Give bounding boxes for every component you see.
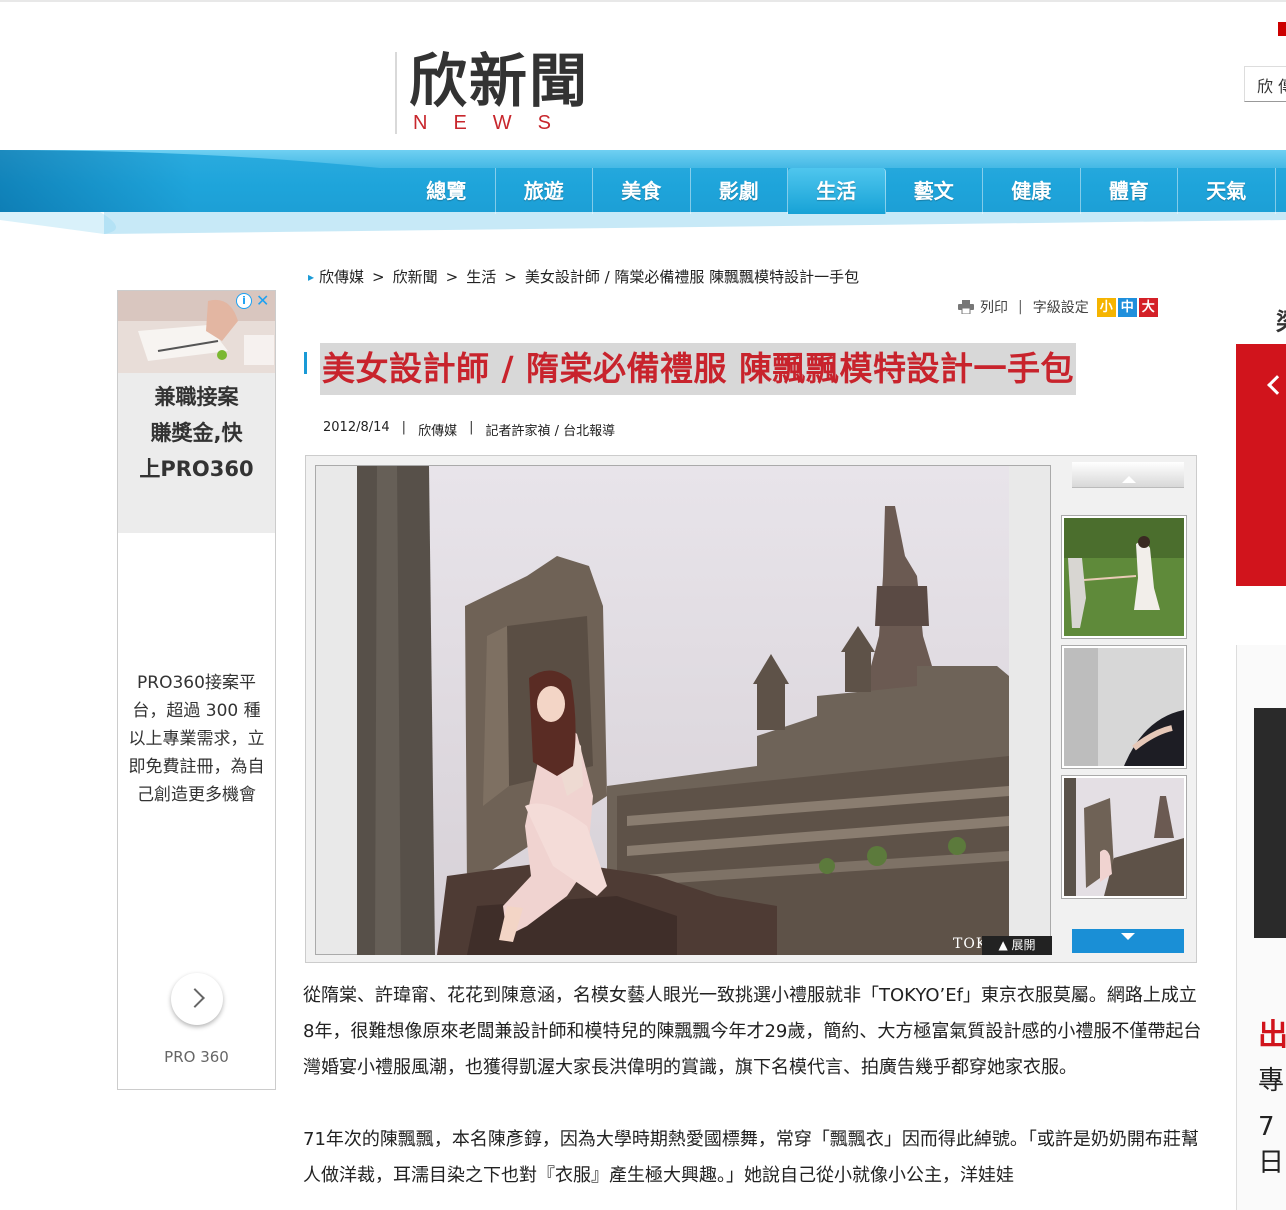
ad-description: PRO360接案平台，超過 300 種以上專業需求，立即免費註冊，為自己創造更多… [128, 673, 265, 805]
breadcrumb-separator: > [504, 267, 517, 286]
breadcrumb-item-current: 美女設計師 / 隋棠必備禮服 陳飄飄模特設計一手包 [524, 268, 860, 286]
breadcrumb-separator: > [372, 267, 385, 286]
right-sidebar-heading: 梁 [1276, 302, 1286, 337]
article-title: 美女設計師 / 隋棠必備禮服 陳飄飄模特設計一手包 [320, 343, 1077, 395]
right-red-banner[interactable] [1236, 344, 1286, 586]
ad-headline: 兼職接案 賺獎金,快 上PRO360 [118, 373, 275, 533]
article-body: 從隋棠、許瑋甯、花花到陳意涵，名模女藝人眼光一致挑選小禮服就非「TOKYO’Ef… [303, 978, 1208, 1210]
meta-divider: | [401, 420, 407, 435]
thumbnail-scroll-up-button[interactable] [1072, 462, 1184, 488]
expand-label: 展開 [1011, 938, 1036, 952]
nav-item-travel[interactable]: 旅遊 [496, 168, 593, 214]
article-meta: 2012/8/14 | 欣傳媒 | 記者許家禎 / 台北報導 [323, 420, 615, 439]
gallery-main-view: TOKYO’ ▲ 展開 [315, 465, 1052, 955]
ad-close-icon[interactable]: ✕ [256, 291, 269, 310]
thumbnail-girls-field-image [1064, 518, 1184, 636]
breadcrumb-item-home[interactable]: 欣傳媒 [319, 266, 364, 287]
nav-item-entertainment[interactable]: 影劇 [691, 168, 788, 214]
article-tools: 列印 | 字級設定 小 中 大 [958, 297, 1158, 317]
chevron-up-icon [1267, 375, 1286, 395]
article-paragraph-1: 從隋棠、許瑋甯、花花到陳意涵，名模女藝人眼光一致挑選小禮服就非「TOKYO’Ef… [303, 985, 1202, 1078]
logo-chinese: 欣新聞 [409, 47, 590, 115]
thumbnail-2[interactable] [1061, 645, 1187, 769]
photo-gallery: TOKYO’ ▲ 展開 [305, 455, 1197, 963]
ad-info-icon[interactable]: i [236, 293, 252, 309]
printer-icon[interactable] [958, 300, 974, 314]
meta-divider: | [469, 420, 474, 435]
right-ad-image [1254, 708, 1286, 938]
font-size-medium-button[interactable]: 中 [1117, 297, 1137, 317]
nav-item-food[interactable]: 美食 [593, 168, 691, 214]
ad-headline-text: 兼職接案 賺獎金,快 上PRO360 [139, 385, 254, 481]
article-source: 欣傳媒 [418, 424, 458, 439]
ad-brand: PRO 360 [164, 1048, 229, 1066]
sidebar-ad[interactable]: i ✕ 兼職接案 賺獎金,快 上PRO360 PRO360接案平台，超過 300… [117, 290, 276, 1090]
breadcrumb-arrow-icon: ▸ [308, 269, 315, 284]
ad-next-button[interactable] [171, 973, 223, 1025]
article-paragraph-2: 71年次的陳飄飄，本名陳彥錞，因為大學時期熱愛國標舞，常穿「飄飄衣」因而得此綽號… [303, 1129, 1199, 1186]
nav-item-arts[interactable]: 藝文 [886, 168, 983, 214]
nav-item-health[interactable]: 健康 [983, 168, 1081, 214]
expand-button[interactable]: ▲ 展開 [982, 936, 1052, 955]
top-divider [0, 0, 1286, 2]
nav-item-weather[interactable]: 天氣 [1178, 168, 1276, 214]
font-size-label: 字級設定 [1032, 300, 1089, 316]
main-nav: 總覽 旅遊 美食 影劇 生活 藝文 健康 體育 天氣 [398, 168, 1276, 214]
site-logo[interactable]: 欣新聞 NEWS [395, 48, 615, 138]
tools-divider: | [1018, 299, 1023, 315]
page: 欣新聞 NEWS 欣 傳 [0, 0, 1286, 1210]
nav-item-life[interactable]: 生活 [788, 168, 886, 214]
nav-item-sports[interactable]: 體育 [1081, 168, 1178, 214]
thumbnail-scroll-down-button[interactable] [1072, 929, 1184, 953]
breadcrumb-item-life[interactable]: 生活 [466, 266, 496, 287]
font-size-small-button[interactable]: 小 [1096, 297, 1116, 317]
temple-photo-image [357, 466, 1009, 955]
article-reporter: 記者許家禎 / 台北報導 [485, 424, 616, 439]
nav-item-overview[interactable]: 總覽 [398, 168, 496, 214]
breadcrumb-item-news[interactable]: 欣新聞 [393, 266, 438, 287]
main-photo[interactable]: TOKYO’ [357, 466, 1009, 955]
thumbnail-model-studio-image [1064, 648, 1184, 766]
top-right-marker [1278, 22, 1286, 36]
print-link[interactable]: 列印 [980, 297, 1008, 317]
font-size-large-button[interactable]: 大 [1138, 297, 1158, 317]
right-ad-text-2: 專 [1258, 1066, 1285, 1096]
logo-divider [395, 52, 397, 134]
logo-english: NEWS [413, 112, 577, 134]
thumbnail-column [1061, 462, 1187, 957]
right-ad-text-1: 出 [1258, 1018, 1286, 1053]
thumbnail-temple-image [1064, 778, 1184, 896]
breadcrumb-separator: > [445, 267, 459, 286]
title-marker [304, 352, 307, 374]
thumbnail-1[interactable] [1061, 515, 1187, 639]
breadcrumb: ▸ 欣傳媒 > 欣新聞 > 生活 > 美女設計師 / 隋棠必備禮服 陳飄飄模特設… [308, 266, 859, 287]
right-sidebar: 梁 出 專 7日 [1236, 290, 1286, 1210]
site-menu-stub[interactable]: 欣 傳 [1244, 66, 1286, 102]
right-ad-text-3: 7日 [1258, 1112, 1285, 1178]
thumbnail-3[interactable] [1061, 775, 1187, 899]
article-date: 2012/8/14 [323, 420, 390, 435]
